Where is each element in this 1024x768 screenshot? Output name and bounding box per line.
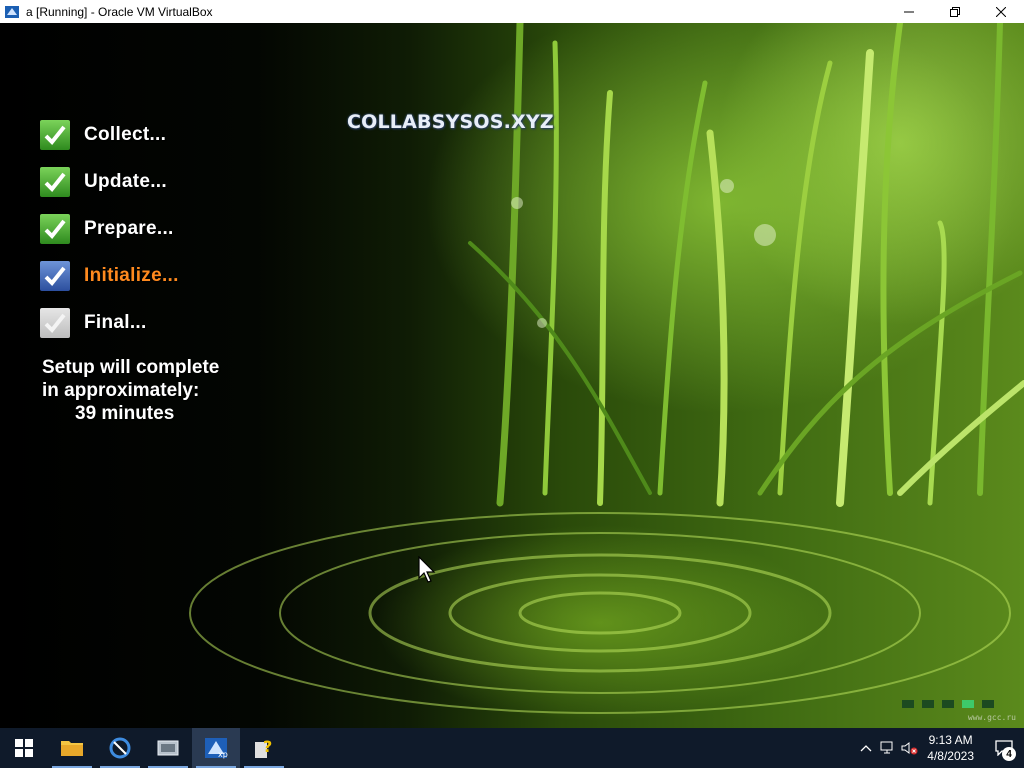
taskbar-file-explorer[interactable] <box>48 728 96 768</box>
system-tray: 9:13 AM 4/8/2023 4 <box>855 728 1024 768</box>
app-blue-icon <box>109 737 131 759</box>
restore-button[interactable] <box>932 0 978 23</box>
svg-text:?: ? <box>263 737 272 756</box>
windows-logo-icon <box>15 739 33 757</box>
checkmark-icon <box>40 119 70 150</box>
setup-step-label: Update... <box>84 170 167 192</box>
checkmark-icon <box>40 166 70 197</box>
progress-dot <box>982 700 994 708</box>
setup-step-initialize: Initialize... <box>40 252 179 299</box>
setup-step-label: Prepare... <box>84 217 174 239</box>
folder-icon <box>61 741 83 756</box>
checkmark-icon <box>40 260 70 291</box>
app-grey-icon <box>157 740 179 756</box>
virtualbox-icon: xp <box>205 738 228 759</box>
brand-text: COLLABSYSOS.XYZ <box>347 111 554 133</box>
volume-muted-icon <box>901 742 918 755</box>
virtualbox-icon <box>4 4 20 20</box>
progress-dots <box>902 700 994 708</box>
tray-volume-button[interactable] <box>899 741 921 755</box>
setup-step-label: Final... <box>84 311 147 333</box>
setup-time-estimate: Setup will complete in approximately: 39… <box>42 356 219 425</box>
taskbar-app-3[interactable] <box>144 728 192 768</box>
setup-step-label: Collect... <box>84 123 167 145</box>
tray-network-button[interactable] <box>877 741 899 755</box>
close-icon <box>996 6 1006 17</box>
svg-text:xp: xp <box>218 750 228 759</box>
progress-dot <box>902 700 914 708</box>
restore-icon <box>950 6 960 17</box>
checkmark-icon <box>40 307 70 338</box>
estimate-minutes: 39 minutes <box>75 403 175 424</box>
checkmark-icon <box>40 213 70 244</box>
notification-count-badge: 4 <box>1002 747 1016 761</box>
taskbar-app-2[interactable] <box>96 728 144 768</box>
estimate-line-2: in approximately: <box>42 380 200 401</box>
progress-dot-active <box>962 700 974 708</box>
minimize-button[interactable] <box>886 0 932 23</box>
taskbar-clock[interactable]: 9:13 AM 4/8/2023 <box>927 732 974 764</box>
window-titlebar: a [Running] - Oracle VM VirtualBox <box>0 0 1024 23</box>
network-icon <box>880 741 893 754</box>
estimate-line-1: Setup will complete <box>42 357 220 378</box>
help-file-icon: ? <box>255 737 272 758</box>
clock-time: 9:13 AM <box>928 733 973 747</box>
clock-date: 4/8/2023 <box>927 749 974 763</box>
taskbar: xp ? 9:13 AM 4/8/2023 4 <box>0 728 1024 768</box>
setup-steps-list: Collect... Update... Prepare... Initiali… <box>40 111 179 346</box>
setup-step-collect: Collect... <box>40 111 179 158</box>
mouse-cursor-icon <box>418 556 436 583</box>
progress-dot <box>942 700 954 708</box>
taskbar-app-5[interactable]: ? <box>240 728 288 768</box>
setup-step-prepare: Prepare... <box>40 205 179 252</box>
close-button[interactable] <box>978 0 1024 23</box>
tray-overflow-button[interactable] <box>855 744 877 752</box>
start-button[interactable] <box>0 728 48 768</box>
watermark-text: www.gcc.ru <box>967 713 1016 722</box>
taskbar-virtualbox[interactable]: xp <box>192 728 240 768</box>
chevron-up-icon <box>860 745 872 752</box>
setup-step-update: Update... <box>40 158 179 205</box>
setup-step-final: Final... <box>40 299 179 346</box>
vm-screen[interactable]: COLLABSYSOS.XYZ Collect... Update... Pre… <box>0 23 1024 728</box>
progress-dot <box>922 700 934 708</box>
window-title: a [Running] - Oracle VM VirtualBox <box>26 4 213 19</box>
setup-step-label: Initialize... <box>84 264 179 286</box>
minimize-icon <box>904 11 914 12</box>
action-center-button[interactable]: 4 <box>984 728 1024 768</box>
